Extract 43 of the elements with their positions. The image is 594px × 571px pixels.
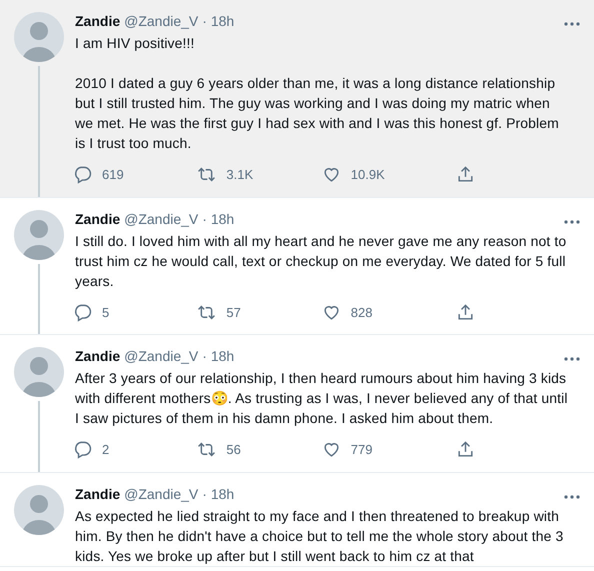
display-name[interactable]: Zandie bbox=[75, 12, 120, 30]
tweet-time[interactable]: · 18h bbox=[202, 12, 234, 30]
more-options-icon[interactable] bbox=[564, 22, 580, 26]
heart-icon bbox=[322, 165, 341, 184]
heart-icon bbox=[322, 440, 341, 460]
user-handle[interactable]: @Zandie_V bbox=[124, 484, 198, 502]
retweet-count[interactable]: 57 bbox=[226, 302, 241, 322]
reply-count[interactable]: 2 bbox=[102, 440, 110, 460]
user-handle[interactable]: @Zandie_V bbox=[124, 210, 198, 228]
tweet-time[interactable]: · 18h bbox=[202, 484, 234, 502]
tweet-text: After 3 years of our relationship, I then heard rumours about him having 3 kids with different mothers😳. As trusting as I was, I never believed any of that until I saw pictures of them in his damn phone. I asked him about them. bbox=[75, 369, 569, 428]
retweet-count[interactable]: 3.1K bbox=[226, 165, 254, 184]
like-count[interactable]: 828 bbox=[350, 302, 372, 322]
retweet-count[interactable]: 56 bbox=[226, 440, 241, 460]
user-handle[interactable]: @Zandie_V bbox=[124, 347, 198, 365]
avatar-silhouette[interactable] bbox=[14, 347, 64, 397]
tweet-time[interactable]: · 18h bbox=[202, 347, 234, 365]
reply-count[interactable]: 619 bbox=[102, 165, 124, 184]
user-handle[interactable]: @Zandie_V bbox=[124, 12, 198, 30]
tweet-text: I am HIV positive!!! 2010 I dated a guy 6 years older than me, it was a long distance relationship but I still trusted him. The guy was working and I was doing my matric when we met. He was the first guy I had sex with and I was this honest gf. Problem is I trust too much. bbox=[75, 34, 560, 153]
like-count[interactable]: 779 bbox=[350, 440, 372, 460]
share-icon bbox=[456, 440, 475, 460]
tweet-text: I still do. I loved him with all my heart and he never gave me any reason not to trust him cz he would call, text or checkup on me everyday. We dated for 5 full years. bbox=[75, 232, 568, 290]
display-name[interactable]: Zandie bbox=[75, 210, 120, 228]
like-count[interactable]: 10.9K bbox=[350, 165, 385, 184]
more-options-icon[interactable] bbox=[564, 220, 580, 224]
tweet-text: As expected he lied straight to my face and I then threatened to breakup with him. By then he didn't have a choice but to tell me the whole story about the 3 kids. Yes we broke up after but I still went back to him cz at that bbox=[75, 506, 564, 566]
reply-count[interactable]: 5 bbox=[102, 302, 110, 322]
reply-icon bbox=[73, 302, 92, 322]
more-options-icon[interactable] bbox=[564, 357, 580, 361]
reply-icon bbox=[73, 165, 92, 184]
display-name[interactable]: Zandie bbox=[75, 347, 120, 365]
display-name[interactable]: Zandie bbox=[75, 484, 120, 502]
share-icon bbox=[456, 165, 475, 184]
reply-icon bbox=[73, 440, 92, 460]
retweet-icon bbox=[197, 165, 216, 184]
tweet-time[interactable]: · 18h bbox=[202, 210, 234, 228]
avatar-silhouette[interactable] bbox=[14, 484, 64, 534]
share-icon bbox=[456, 302, 475, 322]
more-options-icon[interactable] bbox=[564, 494, 580, 498]
retweet-icon bbox=[197, 440, 216, 460]
avatar-silhouette[interactable] bbox=[14, 210, 64, 260]
retweet-icon bbox=[197, 302, 216, 322]
